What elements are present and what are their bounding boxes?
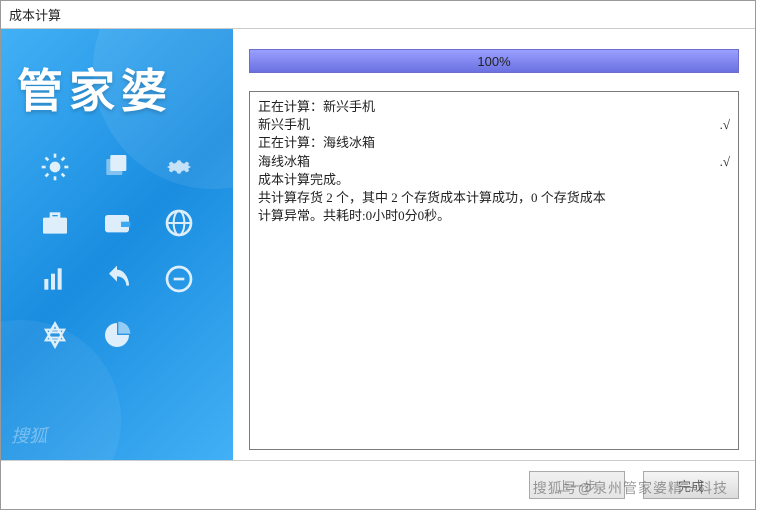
finish-button[interactable]: 完成 (643, 471, 739, 499)
watermark-sohu-icon: 搜狐 (11, 422, 47, 448)
previous-button[interactable]: 上一步 (529, 471, 625, 499)
globe-icon (153, 207, 205, 239)
pie-chart-icon (91, 319, 143, 351)
layers-icon (91, 151, 143, 183)
minus-circle-icon (153, 263, 205, 295)
sun-icon (29, 151, 81, 183)
log-line: 成本计算完成。 (258, 171, 730, 189)
log-line: 正在计算：海线冰箱 (258, 134, 730, 152)
star-of-david-icon (29, 319, 81, 351)
log-check-icon: .√ (720, 116, 730, 134)
gear-icon (153, 151, 205, 183)
progress-percent-label: 100% (250, 50, 738, 74)
log-line: 计算异常。共耗时:0小时0分0秒。 (258, 207, 730, 225)
log-line: 新兴手机 (258, 116, 310, 134)
progress-bar: 100% (249, 49, 739, 73)
sidebar-brand-panel: 管家婆 搜狐 (1, 29, 233, 460)
log-line: 海线冰箱 (258, 153, 310, 171)
window-title: 成本计算 (1, 1, 755, 28)
wallet-icon (91, 207, 143, 239)
log-check-icon: .√ (720, 153, 730, 171)
log-line: 共计算存货 2 个，其中 2 个存货成本计算成功，0 个存货成本 (258, 189, 730, 207)
main-panel: 100% 正在计算：新兴手机 新兴手机 .√ 正在计算：海线冰箱 海线冰箱 .√ 成… (233, 29, 755, 460)
brand-logo: 管家婆 (17, 55, 223, 121)
button-bar: 上一步 完成 (1, 460, 755, 509)
undo-icon (91, 263, 143, 295)
log-line: 正在计算：新兴手机 (258, 98, 730, 116)
bar-chart-icon (29, 263, 81, 295)
calculation-log: 正在计算：新兴手机 新兴手机 .√ 正在计算：海线冰箱 海线冰箱 .√ 成本计算完成… (249, 91, 739, 450)
briefcase-icon (29, 207, 81, 239)
